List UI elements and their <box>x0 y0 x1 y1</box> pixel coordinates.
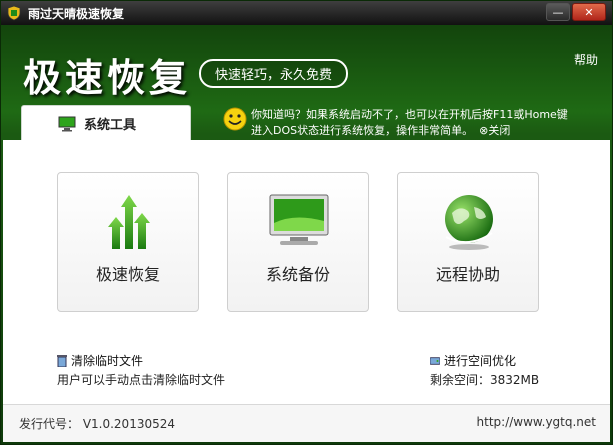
footer: 发行代号： V1.0.20130524 http://www.ygtq.net <box>3 404 610 442</box>
window-controls: — ✕ <box>546 3 606 21</box>
remote-assist-button[interactable]: 远程协助 <box>397 172 539 312</box>
brand-title: 极速恢复 <box>23 55 192 100</box>
minimize-button[interactable]: — <box>546 3 570 21</box>
tip-line-1: 你知道吗？如果系统启动不了，也可以在开机后按F11或Home键 <box>251 108 568 121</box>
trash-icon <box>57 354 67 367</box>
tab-label: 系统工具 <box>84 118 137 133</box>
main-panel: 极速恢复 系统备份 远程协助 清除临时文件 用户可以手动点击清除临时文件 进行空… <box>3 140 610 404</box>
card-label: 系统备份 <box>265 265 330 284</box>
window-title: 雨过天晴极速恢复 <box>28 6 125 21</box>
title-bar[interactable]: 雨过天晴极速恢复 — ✕ <box>1 1 612 25</box>
cleanup-section: 清除临时文件 用户可以手动点击清除临时文件 <box>57 352 225 388</box>
cleanup-row: 清除临时文件 <box>57 352 225 369</box>
cleanup-description: 用户可以手动点击清除临时文件 <box>57 373 226 387</box>
optimize-row: 进行空间优化 <box>430 352 539 369</box>
app-window: 雨过天晴极速恢复 — ✕ 极速恢复 快速轻巧，永久免费 帮助 系统工具 你知道吗… <box>0 0 613 445</box>
system-backup-button[interactable]: 系统备份 <box>227 172 369 312</box>
free-space-label: 剩余空间：3832MB <box>430 373 540 387</box>
computer-icon <box>269 194 329 245</box>
close-button[interactable]: ✕ <box>572 3 606 21</box>
tip-close-button[interactable]: ⊗关闭 <box>479 124 510 137</box>
header: 极速恢复 快速轻巧，永久免费 帮助 <box>1 25 612 105</box>
website-link[interactable]: http://www.ygtq.net <box>477 415 596 429</box>
tip-line-2: 进入DOS状态进行系统恢复，操作非常简单。 <box>251 124 474 137</box>
disk-icon <box>430 356 440 365</box>
close-icon: ✕ <box>584 5 594 19</box>
tip-text: 你知道吗？如果系统启动不了，也可以在开机后按F11或Home键 进入DOS状态进… <box>251 107 568 139</box>
slogan-badge: 快速轻巧，永久免费 <box>199 59 349 88</box>
version-label: 发行代号： V1.0.20130524 <box>19 417 176 431</box>
optimize-section: 进行空间优化 剩余空间：3832MB <box>430 352 539 388</box>
card-label: 极速恢复 <box>95 265 160 284</box>
fast-restore-button[interactable]: 极速恢复 <box>57 172 199 312</box>
minimize-icon: — <box>552 5 564 19</box>
globe-icon <box>445 195 493 250</box>
tip-area: 你知道吗？如果系统启动不了，也可以在开机后按F11或Home键 进入DOS状态进… <box>223 105 603 139</box>
tip-line-2-wrap: 进入DOS状态进行系统恢复，操作非常简单。 ⊗关闭 <box>251 123 568 139</box>
help-button[interactable]: 帮助 <box>574 51 598 68</box>
smiley-icon <box>223 107 247 131</box>
card-label: 远程协助 <box>435 265 500 284</box>
app-shield-icon <box>7 5 21 21</box>
clear-temp-files-link[interactable]: 清除临时文件 <box>71 352 143 369</box>
arrows-up-icon <box>108 195 150 249</box>
tab-system-tools[interactable]: 系统工具 <box>21 105 191 141</box>
optimize-space-link[interactable]: 进行空间优化 <box>444 352 516 369</box>
monitor-icon <box>58 116 76 131</box>
